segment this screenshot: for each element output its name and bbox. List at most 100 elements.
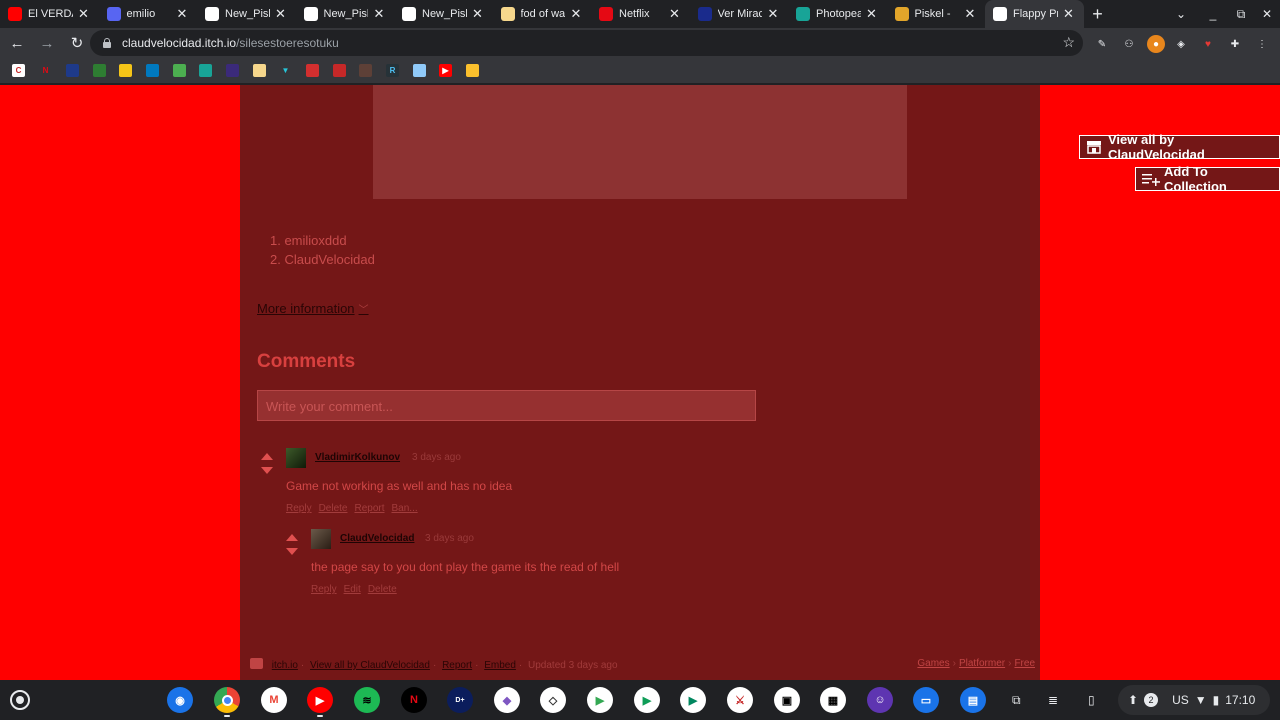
reload-icon[interactable]: ↻ — [64, 30, 90, 56]
red-extension-icon[interactable]: ♥ — [1199, 35, 1217, 53]
upvote-icon[interactable] — [286, 534, 298, 541]
bookmark-yellow-icon[interactable] — [119, 64, 132, 77]
downvote-icon[interactable] — [261, 467, 273, 474]
character-app-icon[interactable]: ☺ — [867, 687, 893, 713]
diamond-app-icon[interactable]: ◆ — [494, 687, 520, 713]
shield-extension-icon[interactable]: ◈ — [1172, 35, 1190, 53]
tab-close-icon[interactable]: ✕ — [1062, 6, 1076, 22]
roblox-studio-app-icon[interactable]: ▣ — [774, 687, 800, 713]
tab-close-icon[interactable]: ✕ — [372, 6, 386, 22]
tag-link[interactable]: Games — [917, 658, 949, 669]
bookmark-bird-icon[interactable]: ▼ — [279, 64, 292, 77]
netflix-app-icon[interactable]: N — [401, 687, 427, 713]
tab-close-icon[interactable]: ✕ — [77, 6, 91, 22]
bookmark-flag-icon[interactable] — [93, 64, 106, 77]
tag-link[interactable]: Free — [1014, 658, 1035, 669]
phone-hub-icon[interactable]: ▯ — [1088, 680, 1095, 720]
camera-app-icon[interactable]: ◉ — [167, 687, 193, 713]
browser-tab[interactable]: Netflix ✕ — [591, 0, 690, 28]
browser-tab[interactable]: New_Pisk ✕ — [296, 0, 395, 28]
new-tab-icon[interactable]: + — [1084, 0, 1112, 28]
comment-author[interactable]: ClaudVelocidad — [340, 533, 414, 544]
browser-tab[interactable]: Photopea ✕ — [788, 0, 887, 28]
report-link[interactable]: Report — [442, 660, 472, 671]
browser-tab[interactable]: New_Pisk ✕ — [394, 0, 493, 28]
browser-tab[interactable]: Flappy Pro ✕ — [985, 0, 1084, 28]
pen-extension-icon[interactable]: ✎ — [1093, 35, 1111, 53]
browser-tab[interactable]: New_Pisk ✕ — [197, 0, 296, 28]
tab-close-icon[interactable]: ✕ — [274, 6, 288, 22]
delete-link[interactable]: Delete — [319, 503, 348, 514]
comment-input[interactable]: Write your comment... — [257, 390, 756, 421]
reply-link[interactable]: Reply — [286, 503, 312, 514]
report-link[interactable]: Report — [354, 503, 384, 514]
tab-close-icon[interactable]: ✕ — [766, 6, 780, 22]
status-area[interactable]: ⬆ 2 US ▼ ▮ 17:10 — [1118, 685, 1270, 715]
bookmark-trello-icon[interactable] — [146, 64, 159, 77]
close-window-icon[interactable]: ✕ — [1254, 0, 1280, 28]
gmail-app-icon[interactable]: M — [261, 687, 287, 713]
youtube-app-icon[interactable]: ▶ — [307, 687, 333, 713]
browser-tab[interactable]: fod of wa ✕ — [493, 0, 592, 28]
play-store-app-icon[interactable]: ▶ — [587, 687, 613, 713]
orange-extension-icon[interactable]: ● — [1147, 35, 1165, 53]
bookmark-photopea-icon[interactable] — [199, 64, 212, 77]
bookmark-brown-icon[interactable] — [359, 64, 372, 77]
bookmark-star-icon[interactable]: ☆ — [1062, 34, 1075, 51]
bookmark-blue-icon[interactable] — [66, 64, 79, 77]
tab-close-icon[interactable]: ✕ — [569, 6, 583, 22]
messages-app-icon[interactable]: ▤ — [960, 687, 986, 713]
roblox-app-icon[interactable]: ◇ — [540, 687, 566, 713]
spotify-app-icon[interactable]: ≋ — [354, 687, 380, 713]
play-games-app-icon[interactable]: ▶ — [634, 687, 660, 713]
bookmark-purple-icon[interactable] — [226, 64, 239, 77]
tab-search-icon[interactable]: ⌄ — [1168, 0, 1194, 28]
puzzle-extensions-icon[interactable]: ✚ — [1226, 35, 1244, 53]
chrome-app-icon[interactable] — [214, 687, 240, 713]
disney-app-icon[interactable]: D+ — [447, 687, 473, 713]
browser-tab[interactable]: El VERDAD ✕ — [0, 0, 99, 28]
ban-link[interactable]: Ban... — [392, 503, 418, 514]
itchio-link[interactable]: itch.io — [272, 660, 298, 671]
bookmark-image-icon[interactable] — [413, 64, 426, 77]
minimize-icon[interactable]: _ — [1200, 0, 1226, 28]
files-app-icon[interactable]: ▭ — [913, 687, 939, 713]
avatar[interactable] — [286, 448, 306, 468]
more-information-link[interactable]: More information ﹀ — [257, 301, 369, 316]
tab-close-icon[interactable]: ✕ — [471, 6, 485, 22]
glasses-extension-icon[interactable]: ⚇ — [1120, 35, 1138, 53]
itchio-logo-icon[interactable] — [250, 658, 263, 669]
cat-app-icon[interactable]: ▦ — [820, 687, 846, 713]
avatar[interactable] — [311, 529, 331, 549]
delete-link[interactable]: Delete — [368, 584, 397, 595]
restore-icon[interactable]: ⧉ — [1228, 0, 1254, 28]
media-controls-icon[interactable]: ≣ — [1048, 680, 1058, 720]
bookmark-game-icon[interactable] — [333, 64, 346, 77]
downvote-icon[interactable] — [286, 548, 298, 555]
bookmark-netflix-icon[interactable]: N — [39, 64, 52, 77]
browser-tab[interactable]: emilio ✕ — [99, 0, 198, 28]
bookmark-youtube-icon[interactable]: ▶ — [439, 64, 452, 77]
tab-close-icon[interactable]: ✕ — [668, 6, 682, 22]
browser-tab[interactable]: Piskel - ✕ — [887, 0, 986, 28]
comment-author[interactable]: VladimirKolkunov — [315, 452, 400, 463]
reply-link[interactable]: Reply — [311, 584, 337, 595]
tab-close-icon[interactable]: ✕ — [865, 6, 879, 22]
embed-link[interactable]: Embed — [484, 660, 516, 671]
upvote-icon[interactable] — [261, 453, 273, 460]
bookmark-grid-icon[interactable] — [173, 64, 186, 77]
edit-link[interactable]: Edit — [344, 584, 361, 595]
game-app-icon[interactable]: ⚔ — [727, 687, 753, 713]
back-icon[interactable]: ← — [4, 30, 30, 56]
address-bar[interactable]: claudvelocidad.itch.io/silesestoeresotuk… — [90, 30, 1083, 56]
view-all-button[interactable]: View all by ClaudVelocidad — [1079, 132, 1280, 162]
bookmark-gold-icon[interactable] — [466, 64, 479, 77]
browser-tab[interactable]: Ver Miracu✕ — [690, 0, 789, 28]
view-all-link[interactable]: View all by ClaudVelocidad — [310, 660, 430, 671]
bookmark-r-icon[interactable]: R — [386, 64, 399, 77]
bookmark-red-icon[interactable] — [306, 64, 319, 77]
bookmark-c-icon[interactable]: C — [12, 64, 25, 77]
add-to-collection-button[interactable]: Add To Collection — [1135, 164, 1280, 194]
bookmark-egg-icon[interactable] — [253, 64, 266, 77]
play-movies-app-icon[interactable]: ▶ — [680, 687, 706, 713]
